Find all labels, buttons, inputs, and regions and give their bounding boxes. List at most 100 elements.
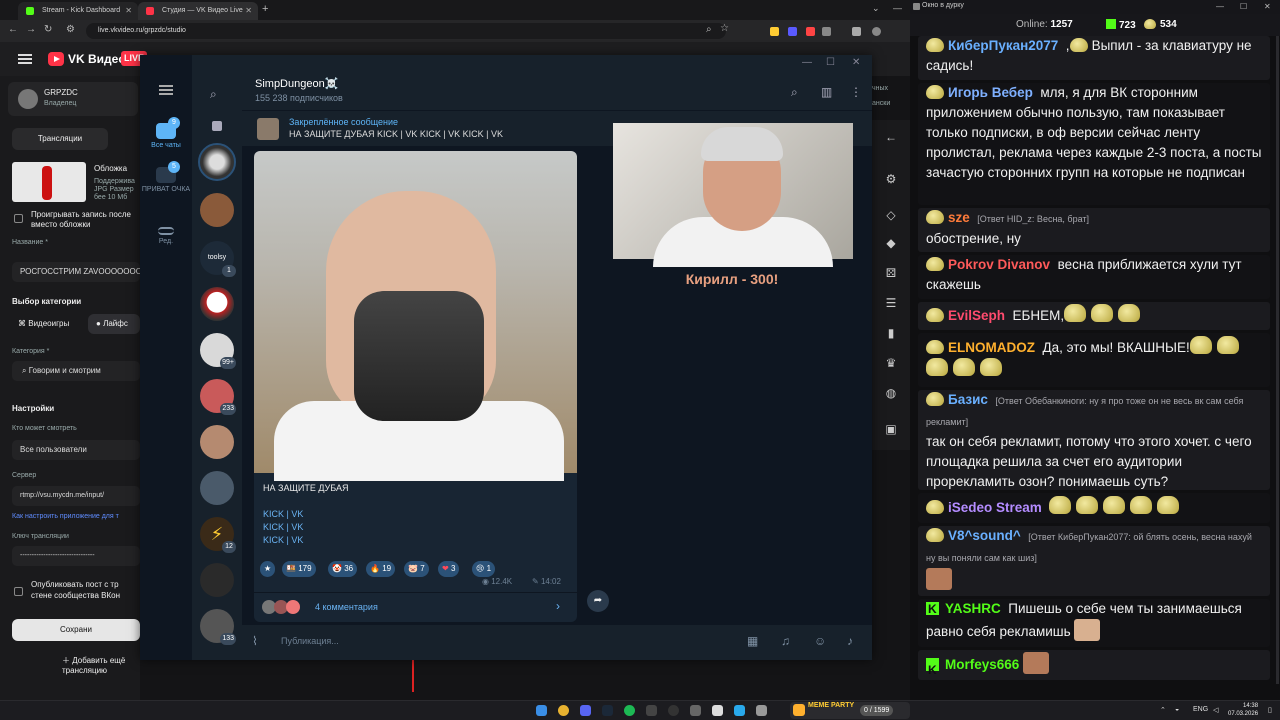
attach-icon[interactable]: ⌇ [252, 634, 258, 648]
menu-icon[interactable] [159, 85, 173, 95]
tab-kick-dashboard[interactable]: Stream - Kick Dashboard ✕ [18, 2, 138, 20]
sidebar-toggle-icon[interactable]: ▥ [821, 85, 832, 99]
reaction-chip[interactable]: 🤡 36 [328, 561, 358, 577]
setup-help-link[interactable]: Как настроить приложение для т [12, 513, 119, 520]
share-button[interactable]: ➦ [587, 590, 609, 612]
server-input[interactable]: rtmp://vsu.mycdn.me/input/ [12, 486, 140, 506]
message-input[interactable]: Публикация... [281, 636, 339, 646]
chat-avatar[interactable]: 99+ [200, 333, 236, 369]
more-vertical-icon[interactable]: ⋮ [850, 85, 862, 99]
menu-icon[interactable] [18, 54, 32, 64]
reaction-chip[interactable]: 🍱 179 [282, 561, 316, 577]
trophy-icon[interactable]: ♛ [884, 356, 898, 370]
profile-card[interactable]: GRPZDC Владелец [8, 82, 138, 116]
chat-username[interactable]: Игорь Вебер [948, 85, 1033, 100]
chat-username[interactable]: Morfeys666 [945, 657, 1019, 672]
post-link[interactable]: KICK | VK [263, 509, 303, 519]
chat-username[interactable]: YASHRC [945, 601, 1001, 616]
chevron-down-icon[interactable]: ⌄ [872, 3, 880, 14]
minimize-icon[interactable]: — [1216, 2, 1224, 11]
chevron-up-icon[interactable]: ⌃ [1160, 706, 1166, 714]
spotify-icon[interactable] [624, 705, 635, 716]
post-link[interactable]: KICK | VK [263, 522, 303, 532]
chat-avatar[interactable]: ⚡ 12 [200, 517, 236, 553]
diamond-icon[interactable]: ◆ [884, 236, 898, 250]
close-icon[interactable]: ✕ [125, 2, 132, 20]
url-field[interactable]: live.vkvideo.ru/grpzdc/studio [86, 23, 726, 39]
site-info-icon[interactable]: ⚙ [66, 24, 75, 35]
post-link[interactable]: KICK | VK [263, 535, 303, 545]
extension-icon[interactable] [822, 27, 831, 36]
chrome-icon[interactable] [558, 705, 569, 716]
download-icon[interactable] [852, 27, 861, 36]
back-arrow-icon[interactable]: ← [8, 24, 18, 35]
dice-icon[interactable]: ⚄ [884, 266, 898, 280]
chat-avatar[interactable]: toolsy 1 [200, 241, 236, 277]
gem-icon[interactable]: ◇ [884, 208, 898, 222]
close-icon[interactable]: ✕ [1264, 2, 1271, 11]
add-stream-button[interactable]: ＋ Добавить ещё трансляцию [62, 655, 140, 675]
chat-avatar[interactable] [200, 425, 234, 459]
archive-icon[interactable] [212, 121, 222, 131]
reaction-chip[interactable]: ❤ 3 [438, 561, 460, 577]
cover-thumbnail[interactable] [12, 162, 86, 202]
profile-avatar-icon[interactable] [872, 27, 881, 36]
telegram-icon[interactable] [734, 705, 745, 716]
chat-icon[interactable]: ◍ [884, 386, 898, 400]
search-icon[interactable]: ⌕ [791, 85, 798, 100]
network-icon[interactable]: ◒ [1175, 706, 1179, 713]
back-arrow-icon[interactable]: ← [884, 130, 898, 144]
gear-icon[interactable]: ⚙ [884, 172, 898, 186]
minimize-icon[interactable]: — [802, 57, 812, 68]
vk-video-logo-icon[interactable] [48, 52, 64, 66]
stream-key-input[interactable]: -------------------------------- [12, 546, 140, 566]
chat-scrollbar[interactable] [1276, 36, 1279, 684]
search-icon[interactable]: ⌕ [210, 87, 217, 102]
chat-avatar[interactable]: 133 [200, 609, 236, 645]
reaction-chip[interactable]: ★ [260, 561, 276, 577]
emoji-icon[interactable]: ☺ [814, 634, 826, 648]
obs-icon[interactable] [668, 705, 679, 716]
stream-icon[interactable]: ▣ [884, 422, 898, 436]
chat-avatar[interactable] [200, 471, 234, 505]
forward-arrow-icon[interactable]: → [26, 24, 36, 35]
bell-icon[interactable]: ♫ [781, 634, 790, 648]
reaction-chip[interactable]: 🔥 19 [366, 561, 396, 577]
extension-icon[interactable] [806, 27, 815, 36]
volume-icon[interactable]: ◁ [1213, 706, 1218, 714]
channel-name[interactable]: SimpDungeon☠️ [255, 77, 338, 90]
folder-private[interactable]: 5 ПРИВАТ ОЧКА [140, 161, 192, 193]
save-button[interactable]: Сохрани [12, 619, 140, 641]
chat-avatar[interactable] [198, 143, 236, 181]
reaction-chip[interactable]: 🐷 7 [404, 561, 429, 577]
app-icon[interactable] [646, 705, 657, 716]
chart-icon[interactable]: ▮ [884, 326, 898, 340]
maximize-icon[interactable]: ☐ [826, 57, 835, 68]
category-life-tab[interactable]: ● Лайфс [88, 314, 140, 334]
extension-icon[interactable] [788, 27, 797, 36]
list-icon[interactable]: ☰ [884, 296, 898, 310]
folder-all-chats[interactable]: 9 Все чаты [140, 117, 192, 149]
app-icon[interactable] [690, 705, 701, 716]
channel-post[interactable]: НА ЗАЩИТЕ ДУБАЯ KICK | VK KICK | VK KICK… [254, 151, 577, 622]
category-games-tab[interactable]: ⌘ Видеоигры [18, 319, 69, 328]
close-icon[interactable]: ✕ [245, 2, 252, 20]
publish-post-checkbox[interactable] [14, 587, 23, 596]
app-icon[interactable] [712, 705, 723, 716]
title-input[interactable]: РОСГОССТРИМ ZAVOOOOOOO [12, 262, 140, 282]
microphone-icon[interactable]: ♪ [847, 634, 853, 648]
folder-edit[interactable]: Ред. [140, 227, 192, 245]
chat-avatar[interactable] [200, 287, 234, 321]
streams-button[interactable]: Трансляции [12, 128, 108, 150]
chat-avatar[interactable] [200, 193, 234, 227]
new-tab-plus-icon[interactable]: + [262, 3, 268, 15]
system-clock[interactable]: 14:38 07.03.2026 [1228, 702, 1258, 718]
chat-username[interactable]: Pokrov Divanov [948, 257, 1050, 272]
close-icon[interactable]: ✕ [852, 57, 860, 68]
extension-icon[interactable] [770, 27, 779, 36]
chat-username[interactable]: Базис [948, 392, 988, 407]
chat-username[interactable]: EvilSeph [948, 308, 1005, 323]
steam-icon[interactable] [602, 705, 613, 716]
chat-username[interactable]: iSedeo Stream [948, 500, 1042, 515]
reaction-chip[interactable]: 😢 1 [472, 561, 496, 577]
